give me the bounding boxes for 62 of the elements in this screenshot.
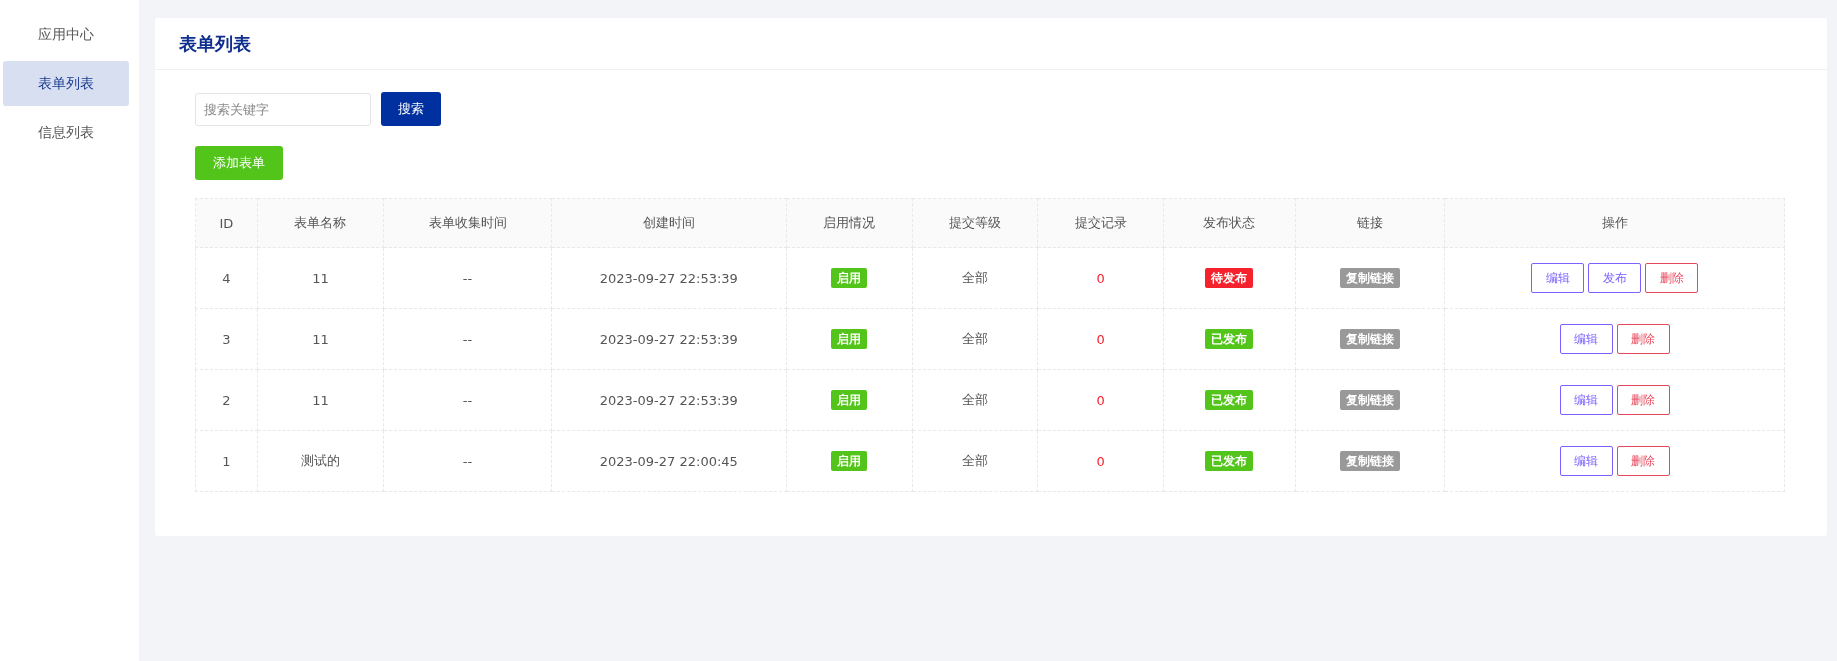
delete-button[interactable]: 删除 <box>1616 324 1670 354</box>
edit-button[interactable]: 编辑 <box>1559 324 1613 354</box>
created-time-cell: 2023-09-27 22:00:45 <box>551 430 787 492</box>
collect-time-cell: -- <box>383 308 552 370</box>
collect-time-cell: -- <box>383 430 552 492</box>
level-cell: 全部 <box>912 430 1038 492</box>
publish-button[interactable]: 发布 <box>1588 263 1642 293</box>
record-count-cell: 0 <box>1037 369 1164 431</box>
column-header: 链接 <box>1295 198 1445 248</box>
status-tag: 已发布 <box>1205 390 1254 410</box>
form-name-cell: 11 <box>257 247 384 309</box>
status-tag: 启用 <box>831 390 868 410</box>
status-tag: 待发布 <box>1205 268 1254 288</box>
delete-button[interactable]: 删除 <box>1616 446 1670 476</box>
collect-time-cell: -- <box>383 247 552 309</box>
copy-link-button[interactable]: 复制链接 <box>1339 451 1400 471</box>
copy-link-button[interactable]: 复制链接 <box>1339 329 1400 349</box>
edit-button[interactable]: 编辑 <box>1531 263 1585 293</box>
column-header: 提交等级 <box>912 198 1038 248</box>
sidebar-item[interactable]: 表单列表 <box>3 61 129 106</box>
level-cell: 全部 <box>912 247 1038 309</box>
copy-link-button[interactable]: 复制链接 <box>1339 390 1400 410</box>
status-tag: 启用 <box>831 451 868 471</box>
add-form-button[interactable]: 添加表单 <box>195 146 283 180</box>
status-tag: 已发布 <box>1205 451 1254 471</box>
record-count-cell: 0 <box>1037 308 1164 370</box>
column-header: 发布状态 <box>1163 198 1296 248</box>
form-name-cell: 测试的 <box>257 430 384 492</box>
column-header: 提交记录 <box>1037 198 1164 248</box>
sidebar-item[interactable]: 应用中心 <box>3 12 129 57</box>
column-header: 操作 <box>1444 198 1785 248</box>
sidebar-item[interactable]: 信息列表 <box>3 110 129 155</box>
delete-button[interactable]: 删除 <box>1616 385 1670 415</box>
edit-button[interactable]: 编辑 <box>1559 385 1613 415</box>
column-header: 表单名称 <box>257 198 384 248</box>
collect-time-cell: -- <box>383 369 552 431</box>
search-field[interactable]: 搜索关键字 <box>195 92 371 126</box>
level-cell: 全部 <box>912 308 1038 370</box>
form-name-cell: 11 <box>257 369 384 431</box>
id-cell: 4 <box>195 247 258 309</box>
created-time-cell: 2023-09-27 22:53:39 <box>551 247 787 309</box>
page-title: 表单列表 <box>179 31 251 56</box>
column-header: ID <box>195 198 258 248</box>
created-time-cell: 2023-09-27 22:53:39 <box>551 369 787 431</box>
status-tag: 已发布 <box>1205 329 1254 349</box>
column-header: 创建时间 <box>551 198 787 248</box>
delete-button[interactable]: 删除 <box>1645 263 1699 293</box>
created-time-cell: 2023-09-27 22:53:39 <box>551 308 787 370</box>
id-cell: 2 <box>195 369 258 431</box>
edit-button[interactable]: 编辑 <box>1559 446 1613 476</box>
search-button[interactable]: 搜索 <box>381 92 441 126</box>
form-name-cell: 11 <box>257 308 384 370</box>
record-count-cell: 0 <box>1037 247 1164 309</box>
status-tag: 启用 <box>831 268 868 288</box>
copy-link-button[interactable]: 复制链接 <box>1339 268 1400 288</box>
column-header: 启用情况 <box>786 198 913 248</box>
record-count-cell: 0 <box>1037 430 1164 492</box>
column-header: 表单收集时间 <box>383 198 552 248</box>
id-cell: 3 <box>195 308 258 370</box>
level-cell: 全部 <box>912 369 1038 431</box>
id-cell: 1 <box>195 430 258 492</box>
status-tag: 启用 <box>831 329 868 349</box>
